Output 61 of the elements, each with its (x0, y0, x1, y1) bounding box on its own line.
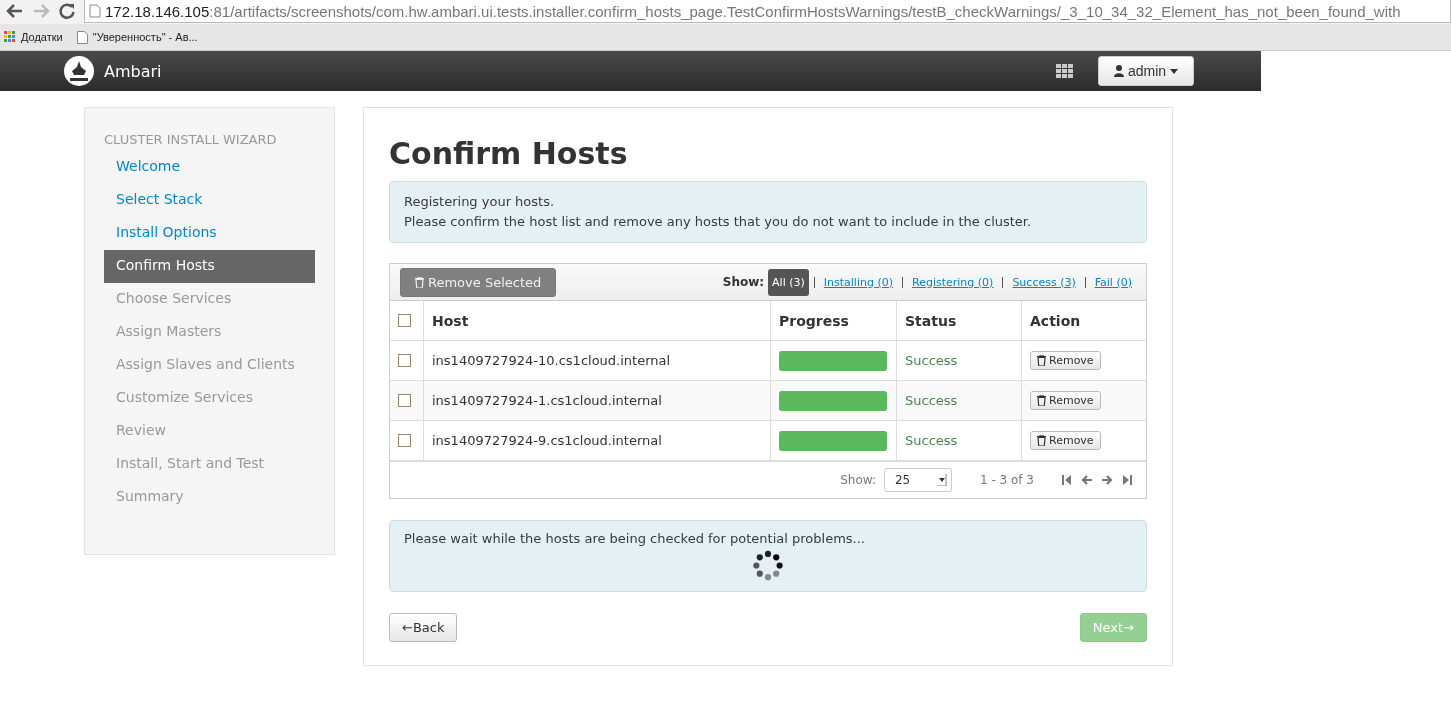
page-title: Confirm Hosts (389, 136, 629, 171)
show-label: Show: (840, 473, 876, 487)
row-checkbox[interactable] (398, 354, 411, 367)
reload-icon[interactable] (58, 2, 76, 20)
loading-spinner-icon (752, 550, 784, 581)
filter-link[interactable]: Success (3) (1008, 273, 1080, 291)
remove-button[interactable]: Remove (1030, 351, 1101, 370)
trash-icon (1037, 435, 1046, 446)
column-header: Status (896, 301, 1022, 341)
back-button[interactable]: ←Back (389, 613, 458, 642)
brand-name[interactable]: Ambari (104, 61, 162, 81)
address-bar[interactable]: 172.18.146.105:81/artifacts/screenshots/com.hw.ambari.ui.tests.installer.confirm_hosts_page.TestConfirmHostsWarnings/testB_checkWarnings/_3_10_34_32_Element_has_not_been_found_with (84, 0, 1451, 23)
info-text: Registering your hosts. (404, 193, 556, 211)
column-header: Progress (770, 301, 897, 341)
page-icon (89, 4, 101, 18)
back-arrow-icon[interactable] (6, 2, 24, 20)
first-page-icon[interactable] (1062, 475, 1071, 485)
remove-selected-button[interactable]: Remove Selected (400, 267, 557, 297)
filter-link[interactable]: All (3) (768, 268, 809, 296)
filter-link[interactable]: Fail (0) (1090, 273, 1136, 291)
bookmark[interactable]: Додатки (4, 31, 63, 43)
row-checkbox[interactable] (398, 394, 411, 407)
sidebar-title: CLUSTER INSTALL WIZARD (104, 132, 278, 147)
user-menu-button[interactable]: admin (1098, 56, 1194, 86)
page-range: 1 - 3 of 3 (979, 473, 1034, 487)
logo-icon (64, 56, 94, 86)
next-page-icon[interactable] (1102, 475, 1113, 485)
host-cell: ins1409727924-10.cs1cloud.internal (423, 340, 771, 381)
page-icon (76, 30, 88, 44)
wait-message: Please wait while the hosts are being checked for potential problems... (404, 531, 866, 546)
dropdown-arrow-icon (936, 474, 947, 486)
status-cell: Success (896, 340, 1022, 381)
page-size-select[interactable]: 25 (883, 468, 952, 492)
host-cell: ins1409727924-9.cs1cloud.internal (423, 420, 771, 461)
apps-grid-icon (4, 31, 16, 43)
wizard-step[interactable]: Confirm Hosts (104, 250, 315, 283)
user-icon (1113, 65, 1124, 77)
filter-link[interactable]: Registering (0) (908, 273, 998, 291)
info-text: Please confirm the host list and remove any hosts that you do not want to include in the cluster. (404, 213, 1033, 231)
wizard-step[interactable]: Install Options (104, 217, 315, 250)
filter-link[interactable]: Installing (0) (819, 273, 897, 291)
show-label: Show: (722, 275, 765, 289)
host-cell: ins1409727924-1.cs1cloud.internal (423, 380, 771, 421)
status-cell: Success (896, 420, 1022, 461)
bookmark[interactable]: "Уверенность" - Ав... (76, 30, 198, 44)
caret-icon (1170, 68, 1179, 74)
column-header: Host (423, 301, 771, 341)
apps-grid-icon[interactable] (1056, 64, 1074, 78)
trash-icon (1037, 395, 1046, 406)
remove-button[interactable]: Remove (1030, 431, 1101, 450)
remove-button[interactable]: Remove (1030, 391, 1101, 410)
column-header: Action (1021, 301, 1146, 341)
wizard-step[interactable]: Welcome (104, 151, 315, 184)
last-page-icon[interactable] (1123, 475, 1132, 485)
trash-icon (1037, 355, 1046, 366)
trash-icon (415, 276, 424, 288)
status-cell: Success (896, 380, 1022, 421)
row-checkbox[interactable] (398, 434, 411, 447)
previous-page-icon[interactable] (1081, 475, 1092, 485)
select-all-checkbox[interactable] (398, 314, 411, 327)
wizard-step[interactable]: Select Stack (104, 184, 315, 217)
